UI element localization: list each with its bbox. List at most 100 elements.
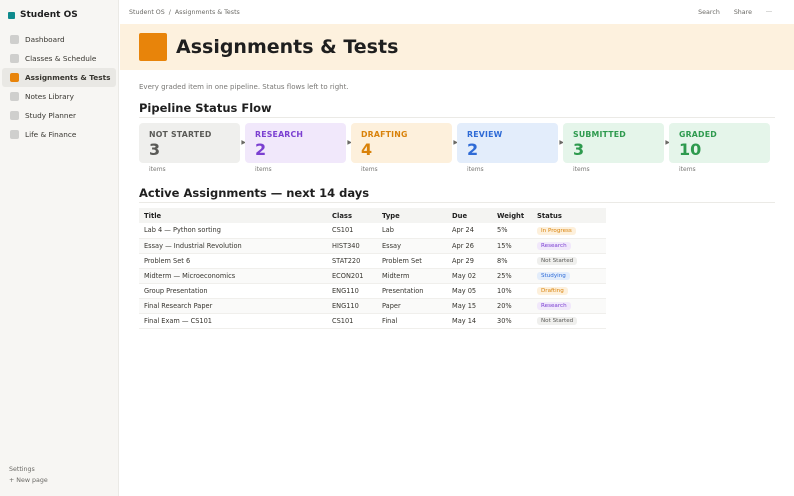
status-badge[interactable]: Research	[537, 242, 571, 250]
breadcrumb: Student OS / Assignments & Tests	[129, 9, 240, 16]
stage-label: RESEARCH	[255, 130, 304, 139]
cell-class: ECON201	[327, 268, 377, 284]
pipeline-card: SUBMITTED 3	[563, 123, 664, 163]
cell-title: Essay — Industrial Revolution	[139, 238, 327, 254]
top-actions: Search Share ···	[684, 0, 772, 24]
status-badge[interactable]: Not Started	[537, 317, 578, 325]
page-emoji-icon[interactable]	[139, 33, 167, 61]
page-icon	[10, 111, 19, 120]
table-row[interactable]: Final Research Paper ENG110 Paper May 15 20%…	[139, 298, 606, 314]
stage-count: 4	[361, 140, 373, 159]
pipeline-stage[interactable]: DRAFTING 4 items ▶	[351, 123, 458, 173]
stage-sub: items	[361, 166, 378, 173]
table-row[interactable]: Midterm — Microeconomics ECON201 Midterm Ma…	[139, 268, 606, 284]
cell-title: Midterm — Microeconomics	[139, 268, 327, 284]
breadcrumb-separator: /	[168, 8, 171, 16]
column-header-class[interactable]: Class	[327, 208, 377, 223]
page-title[interactable]: Assignments & Tests	[176, 36, 398, 58]
page-description: Every graded item in one pipeline. Statu…	[139, 83, 349, 91]
cell-type: Problem Set	[377, 253, 447, 269]
column-header-title[interactable]: Title	[139, 208, 327, 223]
search-button[interactable]: Search	[698, 9, 720, 16]
settings-link[interactable]: Settings	[9, 464, 48, 475]
table-header-row: Title Class Type Due Weight Status	[139, 208, 606, 223]
active-assignments-heading: Active Assignments — next 14 days	[139, 186, 370, 200]
stage-label: GRADED	[679, 130, 717, 139]
cell-class: ENG110	[327, 283, 377, 299]
cell-type: Midterm	[377, 268, 447, 284]
more-menu-icon[interactable]: ···	[766, 9, 772, 16]
status-badge[interactable]: In Progress	[537, 226, 576, 235]
column-header-type[interactable]: Type	[377, 208, 447, 223]
stage-count: 2	[467, 140, 479, 159]
breadcrumb-root[interactable]: Student OS	[129, 9, 165, 16]
pipeline-stage[interactable]: GRADED 10 items	[669, 123, 770, 173]
column-header-status[interactable]: Status	[532, 208, 606, 223]
cell-class: STAT220	[327, 253, 377, 269]
table-row[interactable]: Essay — Industrial Revolution HIST340 Essa…	[139, 238, 606, 254]
sidebar-item-label: Study Planner	[25, 111, 77, 120]
breadcrumb-current[interactable]: Assignments & Tests	[175, 9, 240, 16]
page-icon	[10, 92, 19, 101]
sidebar-item-label: Classes & Schedule	[25, 54, 97, 63]
pipeline-card: DRAFTING 4	[351, 123, 452, 163]
cell-weight: 5%	[492, 223, 532, 239]
stage-label: REVIEW	[467, 130, 503, 139]
cell-status: Research	[532, 238, 606, 254]
table-row[interactable]: Lab 4 — Python sorting CS101 Lab Apr 24 5% In…	[139, 223, 606, 239]
cell-type: Lab	[377, 223, 447, 239]
cell-class: CS101	[327, 223, 377, 239]
cell-title: Group Presentation	[139, 283, 327, 299]
cell-status: Drafting	[532, 283, 606, 299]
cell-status: Not Started	[532, 253, 606, 269]
cell-weight: 20%	[492, 298, 532, 314]
page-icon	[10, 73, 19, 82]
new-page-button[interactable]: + New page	[9, 475, 48, 486]
cell-weight: 30%	[492, 313, 532, 329]
column-header-due[interactable]: Due	[447, 208, 492, 223]
sidebar-item-study-planner[interactable]: Study Planner	[2, 106, 116, 125]
cell-class: ENG110	[327, 298, 377, 314]
stage-count: 10	[679, 140, 702, 159]
status-badge[interactable]: Research	[537, 302, 571, 310]
cell-title: Final Research Paper	[139, 298, 327, 314]
cell-due: Apr 26	[447, 238, 492, 254]
table-row[interactable]: Problem Set 6 STAT220 Problem Set Apr 29 8% N…	[139, 253, 606, 269]
pipeline-heading: Pipeline Status Flow	[139, 101, 272, 115]
pipeline-stage[interactable]: RESEARCH 2 items ▶	[245, 123, 352, 173]
pipeline-stage[interactable]: REVIEW 2 items ▶	[457, 123, 564, 173]
stage-label: DRAFTING	[361, 130, 408, 139]
page-cover: Assignments & Tests	[120, 24, 794, 70]
cell-due: May 15	[447, 298, 492, 314]
pipeline-stage[interactable]: SUBMITTED 3 items ▶	[563, 123, 670, 173]
workspace-icon	[8, 11, 15, 19]
pipeline-stage[interactable]: NOT STARTED 3 items ▶	[139, 123, 246, 173]
sidebar-item-label: Life & Finance	[25, 130, 77, 139]
column-header-weight[interactable]: Weight	[492, 208, 532, 223]
sidebar-item-label: Notes Library	[25, 92, 74, 101]
page-icon	[10, 35, 19, 44]
sidebar-item-dashboard[interactable]: Dashboard	[2, 30, 116, 49]
status-badge[interactable]: Not Started	[537, 257, 578, 265]
divider	[139, 202, 775, 203]
workspace-switcher[interactable]: Student OS	[0, 0, 118, 30]
cell-title: Final Exam — CS101	[139, 313, 327, 329]
sidebar-nav: Dashboard Classes & Schedule Assignments…	[0, 30, 118, 144]
divider	[139, 117, 775, 118]
stage-label: SUBMITTED	[573, 130, 626, 139]
sidebar-item-classes-schedule[interactable]: Classes & Schedule	[2, 49, 116, 68]
status-badge[interactable]: Studying	[537, 272, 570, 280]
sidebar-item-label: Dashboard	[25, 35, 65, 44]
status-badge[interactable]: Drafting	[537, 287, 568, 295]
page-icon	[10, 54, 19, 63]
sidebar-item-life-finance[interactable]: Life & Finance	[2, 125, 116, 144]
sidebar-item-assignments-tests[interactable]: Assignments & Tests	[2, 68, 116, 87]
sidebar-item-notes-library[interactable]: Notes Library	[2, 87, 116, 106]
table-row[interactable]: Group Presentation ENG110 Presentation May …	[139, 283, 606, 299]
table-row[interactable]: Final Exam — CS101 CS101 Final May 14 30% Not…	[139, 313, 606, 329]
pipeline-card: REVIEW 2	[457, 123, 558, 163]
cell-class: CS101	[327, 313, 377, 329]
share-button[interactable]: Share	[734, 9, 752, 16]
assignments-table: Title Class Type Due Weight Status Lab 4…	[139, 208, 606, 329]
workspace-name: Student OS	[20, 10, 78, 20]
